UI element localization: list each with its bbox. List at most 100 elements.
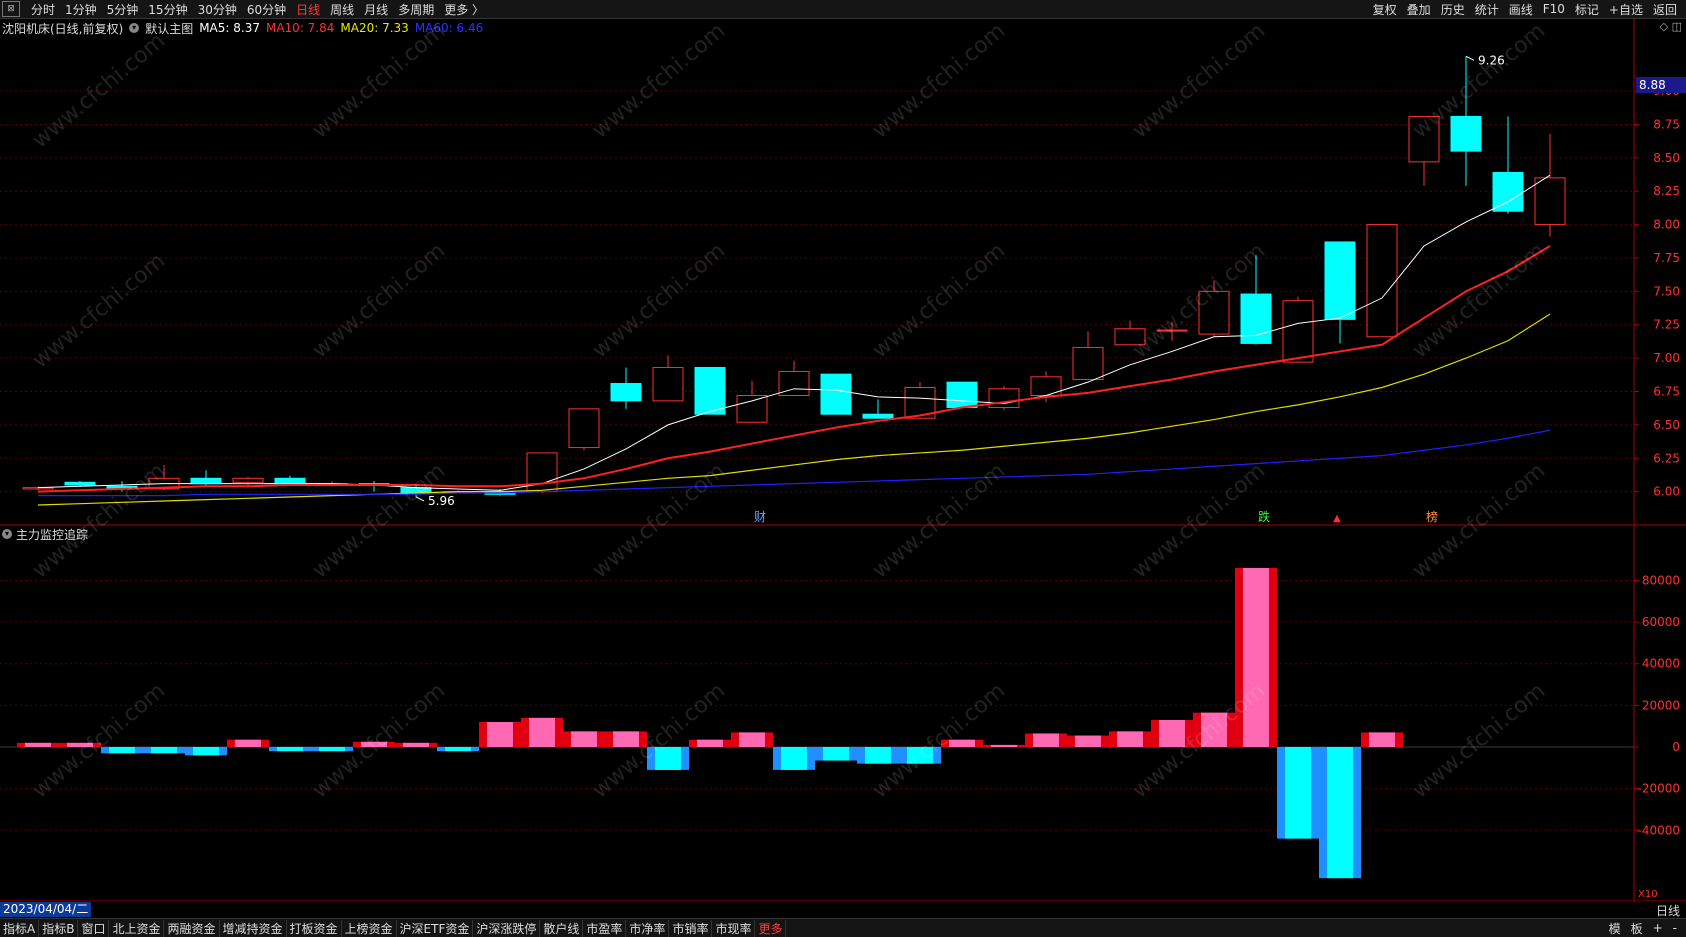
low-price-label: 5.96 xyxy=(428,494,455,508)
flow-bar-inner xyxy=(823,747,849,761)
candle-body xyxy=(232,477,264,483)
watermark: www.cfchi.com xyxy=(1408,238,1550,363)
candle-body xyxy=(694,366,726,415)
period-tab-8[interactable]: 月线 xyxy=(359,1,393,18)
period-tab-4[interactable]: 30分钟 xyxy=(193,1,242,18)
bottom-tab-4[interactable]: 两融资金 xyxy=(164,919,220,937)
candle-body xyxy=(1324,241,1356,320)
bottom-right-button-1[interactable]: 板 xyxy=(1626,920,1648,937)
watermark: www.cfchi.com xyxy=(308,238,450,363)
price-tick-label: 8.00 xyxy=(1653,218,1680,232)
bottom-tab-7[interactable]: 上榜资金 xyxy=(342,919,397,937)
tool-button-2[interactable]: 历史 xyxy=(1436,1,1470,18)
period-tab-3[interactable]: 15分钟 xyxy=(143,1,192,18)
flow-bar-inner xyxy=(319,747,345,752)
bottom-right-button-2[interactable]: + xyxy=(1648,921,1668,935)
bottom-tab-9[interactable]: 沪深涨跌停 xyxy=(473,919,541,937)
watermark: www.cfchi.com xyxy=(28,458,170,583)
bottom-tab-8[interactable]: 沪深ETF资金 xyxy=(397,919,474,937)
period-tab-9[interactable]: 多周期 xyxy=(393,1,439,18)
crosshair-date: 2023/04/04/二 xyxy=(0,902,92,917)
watermark: www.cfchi.com xyxy=(588,238,730,363)
candle-body xyxy=(568,408,600,449)
period-tab-5[interactable]: 60分钟 xyxy=(242,1,291,18)
watermark: www.cfchi.com xyxy=(28,28,170,153)
flow-bar-inner xyxy=(1243,568,1269,747)
bottom-tab-6[interactable]: 打板资金 xyxy=(287,919,342,937)
tool-button-0[interactable]: 复权 xyxy=(1368,1,1402,18)
current-price-box: 8.88 xyxy=(1636,77,1686,93)
tool-button-8[interactable]: 返回 xyxy=(1648,1,1682,18)
event-marker-0[interactable]: 财 xyxy=(754,510,766,524)
volume-tick-label: 0 xyxy=(1672,740,1680,754)
bottom-tab-15[interactable]: 更多 xyxy=(755,919,787,937)
flow-bar-inner xyxy=(529,717,555,747)
price-tick-label: 8.75 xyxy=(1653,117,1680,131)
flow-bar-inner xyxy=(1285,747,1311,839)
flow-bar-inner xyxy=(697,739,723,747)
bottom-tab-2[interactable]: 窗口 xyxy=(78,919,110,937)
candle-body xyxy=(274,477,306,485)
price-tick-label: 7.75 xyxy=(1653,251,1680,265)
flow-bar-inner xyxy=(1075,735,1101,747)
cycle-label: 日线 xyxy=(1655,904,1680,918)
watermark: www.cfchi.com xyxy=(28,248,170,373)
period-tab-10[interactable]: 更多 〉 xyxy=(439,1,489,18)
bottom-tab-5[interactable]: 增减持资金 xyxy=(220,919,287,937)
bottom-tab-11[interactable]: 市盈率 xyxy=(583,919,627,937)
price-tick-label: 6.00 xyxy=(1653,485,1680,499)
tool-button-4[interactable]: 画线 xyxy=(1504,1,1538,18)
period-tab-0[interactable]: 分时 xyxy=(26,1,60,18)
tool-button-3[interactable]: 统计 xyxy=(1470,1,1504,18)
price-tick-label: 8.25 xyxy=(1653,184,1680,198)
event-marker-1[interactable]: 跌 xyxy=(1258,509,1270,524)
menu-icon[interactable]: ⊠ xyxy=(2,1,20,17)
flow-bar-inner xyxy=(151,747,177,754)
candle-body xyxy=(1030,376,1062,397)
watermark: www.cfchi.com xyxy=(868,458,1010,583)
flow-bar-inner xyxy=(781,747,807,770)
period-tab-7[interactable]: 周线 xyxy=(325,1,359,18)
price-tick-label: 7.25 xyxy=(1653,318,1680,332)
bottom-tab-10[interactable]: 散户线 xyxy=(540,919,584,937)
watermark: www.cfchi.com xyxy=(308,19,450,144)
period-tab-1[interactable]: 1分钟 xyxy=(60,1,102,18)
flow-bar-inner xyxy=(403,742,429,747)
flow-bar-inner xyxy=(1117,731,1143,747)
flow-bar-inner xyxy=(1033,733,1059,747)
bottom-tab-3[interactable]: 北上资金 xyxy=(109,919,165,937)
event-marker-2[interactable]: 榜 xyxy=(1426,509,1438,524)
flow-bar-inner xyxy=(739,732,765,747)
tool-button-7[interactable]: +自选 xyxy=(1604,1,1648,18)
watermark: www.cfchi.com xyxy=(1128,19,1270,144)
watermark: www.cfchi.com xyxy=(868,238,1010,363)
ma5-line xyxy=(37,174,1551,491)
bottom-tab-12[interactable]: 市净率 xyxy=(626,919,670,937)
top-toolbar: ⊠ 分时 1分钟 5分钟 15分钟 30分钟 60分钟 日线 周线 月线 多周期 更多 〉 复权 叠加… xyxy=(0,0,1686,19)
flow-bar-inner xyxy=(235,739,261,747)
candle-body xyxy=(652,366,684,402)
flow-bar-inner xyxy=(25,742,51,747)
candle-body xyxy=(64,481,96,486)
candle-body xyxy=(1534,177,1566,226)
candle-body xyxy=(736,395,768,423)
bottom-toolbar: 指标A 指标B 窗口 北上资金 两融资金 增减持资金 打板资金 上榜资金 沪深ETF资金 沪深涨跌… xyxy=(0,918,1686,937)
event-arrow-icon[interactable]: ▲ xyxy=(1333,513,1341,524)
price-tick-label: 6.25 xyxy=(1653,451,1680,465)
bottom-right-button-0[interactable]: 模 xyxy=(1604,920,1626,937)
kline-chart[interactable]: 9.008.758.508.258.007.757.507.257.006.75… xyxy=(0,19,1686,901)
watermark: www.cfchi.com xyxy=(1128,458,1270,583)
bottom-tab-0[interactable]: 指标A xyxy=(0,919,40,937)
bottom-tab-14[interactable]: 市现率 xyxy=(712,919,756,937)
period-tab-6[interactable]: 日线 xyxy=(291,1,325,18)
tool-button-5[interactable]: F10 xyxy=(1538,2,1570,16)
period-tab-2[interactable]: 5分钟 xyxy=(102,1,144,18)
bottom-tab-1[interactable]: 指标B xyxy=(39,919,79,937)
watermark: www.cfchi.com xyxy=(308,458,450,583)
tool-button-1[interactable]: 叠加 xyxy=(1402,1,1436,18)
bottom-right-button-3[interactable]: - xyxy=(1668,921,1682,935)
price-tick-label: 6.50 xyxy=(1653,418,1680,432)
tool-button-6[interactable]: 标记 xyxy=(1570,1,1604,18)
bottom-tab-13[interactable]: 市销率 xyxy=(669,919,713,937)
volume-tick-label: 40000 xyxy=(1642,657,1680,671)
